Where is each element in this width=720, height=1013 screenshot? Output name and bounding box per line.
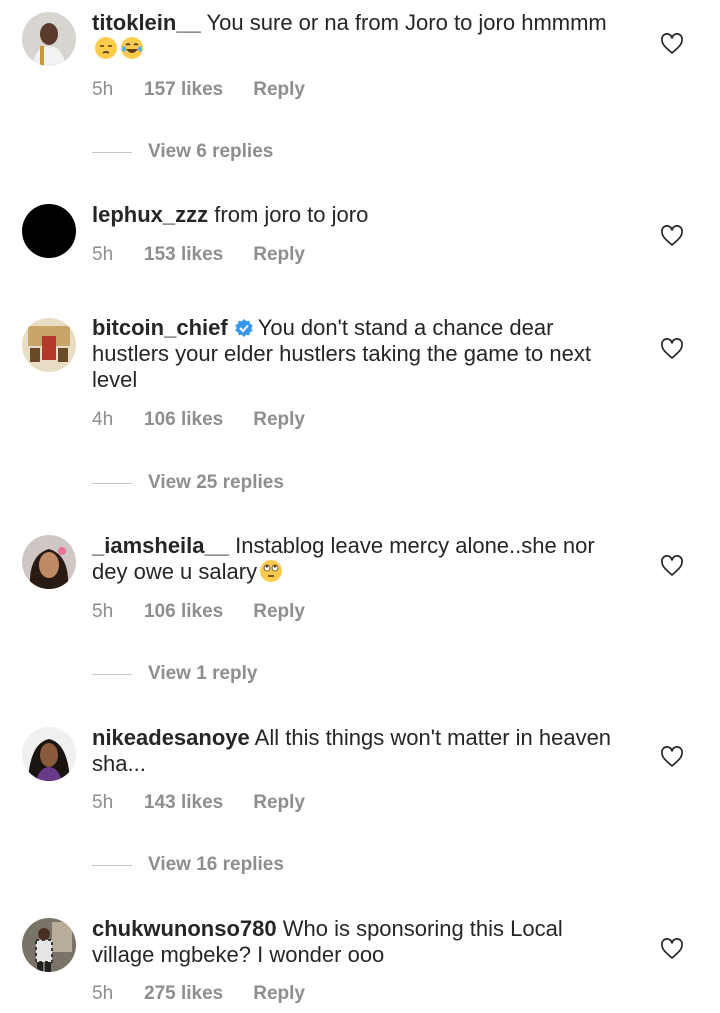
- heart-outline-icon[interactable]: [660, 32, 684, 56]
- unamused-face-icon: [95, 37, 117, 59]
- verified-badge-icon: [234, 319, 253, 337]
- view-replies-label[interactable]: View 16 replies: [148, 854, 284, 876]
- comment-likes[interactable]: 143 likes: [144, 792, 223, 814]
- comment-time: 4h: [92, 409, 114, 430]
- heart-outline-icon[interactable]: [660, 937, 684, 961]
- comment-text: lephux_zzz from joro to joro: [92, 202, 612, 228]
- comment-username[interactable]: _iamsheila__: [92, 533, 229, 558]
- comment-time: 5h: [92, 983, 114, 1004]
- comment-body: from joro to joro: [214, 202, 369, 227]
- avatar[interactable]: [22, 12, 76, 66]
- comment-text: nikeadesanoye All this things won't matt…: [92, 725, 612, 777]
- avatar[interactable]: [22, 535, 76, 589]
- tears-of-joy-icon: [121, 37, 143, 59]
- comment-meta: 5h 143 likes Reply: [92, 792, 305, 814]
- divider-line: [92, 483, 132, 484]
- avatar[interactable]: [22, 918, 76, 972]
- comment-username[interactable]: nikeadesanoye: [92, 725, 250, 750]
- comment-time: 5h: [92, 601, 114, 622]
- avatar[interactable]: [22, 318, 76, 372]
- comment-meta: 4h 106 likes Reply: [92, 409, 305, 431]
- comment-username[interactable]: bitcoin_chief: [92, 315, 228, 340]
- comment-meta: 5h 157 likes Reply: [92, 79, 305, 101]
- reply-button[interactable]: Reply: [253, 79, 305, 100]
- divider-line: [92, 674, 132, 675]
- comment-time: 5h: [92, 244, 114, 265]
- comment-text: _iamsheila__ Instablog leave mercy alone…: [92, 533, 612, 585]
- comment-username[interactable]: titoklein__: [92, 10, 201, 35]
- avatar[interactable]: [22, 204, 76, 258]
- reply-button[interactable]: Reply: [253, 983, 305, 1004]
- comment-username[interactable]: chukwunonso780: [92, 916, 277, 941]
- face-with-rolling-eyes-icon: [260, 560, 283, 582]
- comment-text: titoklein__ You sure or na from Joro to …: [92, 10, 612, 62]
- heart-outline-icon[interactable]: [660, 337, 684, 361]
- comment-text: bitcoin_chief You don't stand a chance de…: [92, 315, 612, 393]
- view-replies-label[interactable]: View 1 reply: [148, 663, 258, 685]
- avatar[interactable]: [22, 727, 76, 781]
- reply-button[interactable]: Reply: [253, 409, 305, 430]
- divider-line: [92, 865, 132, 866]
- heart-outline-icon[interactable]: [660, 224, 684, 248]
- heart-outline-icon[interactable]: [660, 554, 684, 578]
- comment-time: 5h: [92, 792, 114, 813]
- view-replies-label[interactable]: View 25 replies: [148, 472, 284, 494]
- reply-button[interactable]: Reply: [253, 792, 305, 813]
- comment-meta: 5h 275 likes Reply: [92, 983, 305, 1005]
- comment-likes[interactable]: 157 likes: [144, 79, 223, 101]
- comment-time: 5h: [92, 79, 114, 100]
- reply-button[interactable]: Reply: [253, 244, 305, 265]
- divider-line: [92, 152, 132, 153]
- view-replies-label[interactable]: View 6 replies: [148, 141, 273, 163]
- comment-body: You sure or na from Joro to joro hmmmm: [206, 10, 607, 35]
- comment-text: chukwunonso780 Who is sponsoring this Lo…: [92, 916, 612, 968]
- heart-outline-icon[interactable]: [660, 745, 684, 769]
- comment-likes[interactable]: 106 likes: [144, 409, 223, 431]
- reply-button[interactable]: Reply: [253, 601, 305, 622]
- comment-likes[interactable]: 275 likes: [144, 983, 223, 1005]
- comment-meta: 5h 106 likes Reply: [92, 601, 305, 623]
- comment-likes[interactable]: 106 likes: [144, 601, 223, 623]
- comment-likes[interactable]: 153 likes: [144, 244, 223, 266]
- comment-username[interactable]: lephux_zzz: [92, 202, 208, 227]
- comment-meta: 5h 153 likes Reply: [92, 244, 305, 266]
